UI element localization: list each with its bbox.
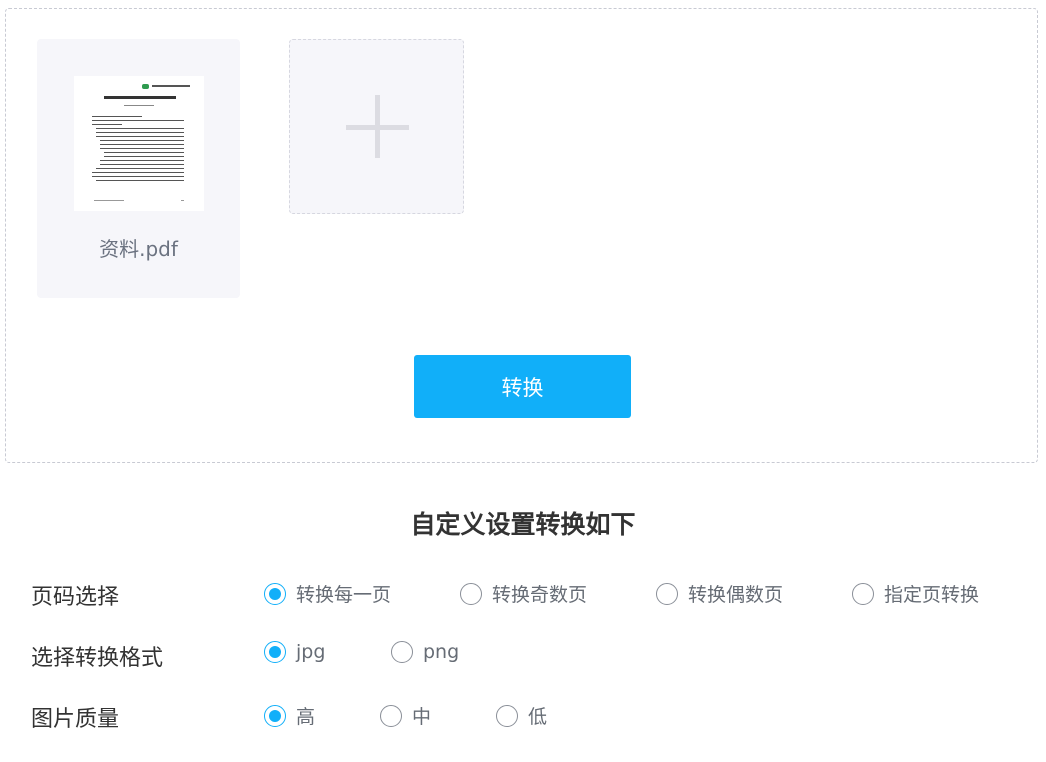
format-label: 选择转换格式 — [31, 646, 164, 671]
radio-circle[interactable] — [496, 704, 518, 727]
radio-quality-low[interactable]: 低 — [496, 702, 547, 729]
radio-format-jpg[interactable]: jpg — [264, 641, 325, 663]
radio-page-even[interactable]: 转换偶数页 — [656, 580, 783, 607]
radio-circle[interactable] — [264, 641, 286, 663]
radio-label: 指定页转换 — [884, 584, 980, 606]
radio-label: 转换偶数页 — [688, 584, 784, 606]
quality-label: 图片质量 — [31, 707, 120, 732]
radio-label: png — [423, 641, 460, 663]
plus-icon-vertical — [375, 95, 380, 158]
radio-label: 转换奇数页 — [492, 584, 588, 606]
radio-label: 高 — [296, 706, 316, 728]
radio-circle[interactable] — [656, 582, 678, 605]
radio-circle[interactable] — [264, 704, 286, 727]
radio-format-png[interactable]: png — [391, 641, 459, 663]
radio-page-custom[interactable]: 指定页转换 — [852, 580, 979, 607]
radio-quality-medium[interactable]: 中 — [380, 702, 431, 729]
upload-area[interactable]: 资料.pdf 转换 — [5, 8, 1038, 463]
radio-page-every[interactable]: 转换每一页 — [264, 580, 391, 607]
page-selection-label: 页码选择 — [31, 585, 120, 610]
radio-circle[interactable] — [264, 582, 286, 605]
radio-label: jpg — [296, 641, 326, 663]
radio-circle[interactable] — [391, 641, 413, 663]
settings-title: 自定义设置转换如下 — [410, 510, 636, 539]
file-card[interactable]: 资料.pdf — [37, 39, 240, 298]
radio-quality-high[interactable]: 高 — [264, 702, 315, 729]
add-file-button[interactable] — [289, 39, 464, 214]
file-name: 资料.pdf — [99, 237, 178, 261]
radio-label: 低 — [528, 706, 548, 728]
radio-label: 转换每一页 — [296, 584, 392, 606]
pdf-thumbnail-icon — [74, 76, 204, 211]
radio-circle[interactable] — [460, 582, 482, 605]
radio-label: 中 — [412, 706, 432, 728]
radio-circle[interactable] — [380, 704, 402, 727]
radio-circle[interactable] — [852, 582, 874, 605]
radio-page-odd[interactable]: 转换奇数页 — [460, 580, 587, 607]
convert-button[interactable]: 转换 — [414, 355, 631, 418]
